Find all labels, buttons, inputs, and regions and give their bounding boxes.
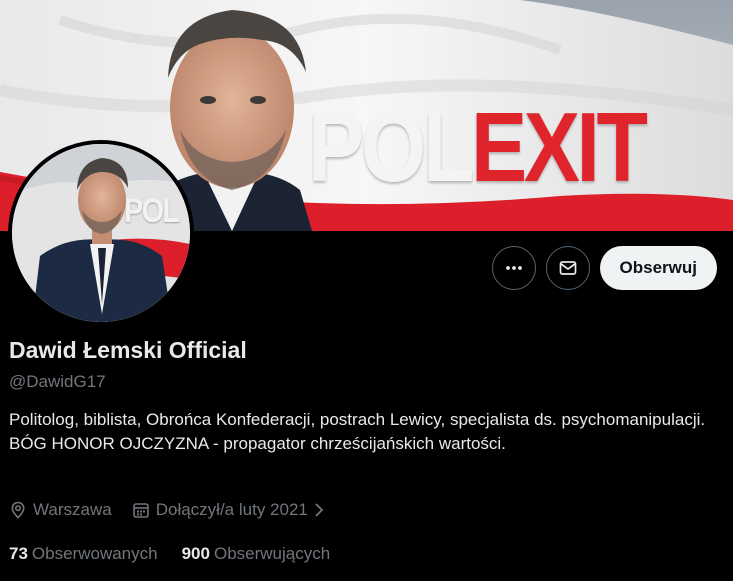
chevron-right-icon bbox=[315, 503, 324, 517]
more-horizontal-icon bbox=[505, 266, 522, 270]
joined-label: Dołączył/a luty 2021 bbox=[155, 500, 308, 519]
banner-text-pol: POL bbox=[308, 92, 474, 202]
envelope-icon bbox=[559, 261, 576, 275]
calendar-icon bbox=[132, 503, 149, 518]
follow-button[interactable]: Obserwuj bbox=[599, 246, 717, 290]
message-button[interactable] bbox=[545, 246, 590, 290]
banner-slogan: POLEXIT bbox=[308, 98, 648, 196]
display-name: Dawid Łemski Official bbox=[9, 337, 247, 363]
follow-stats: 73 Obserwowanych 900 Obserwujących bbox=[9, 544, 354, 564]
profile-actions: Obserwuj bbox=[491, 246, 717, 290]
followers-link[interactable]: 900 Obserwujących bbox=[182, 544, 331, 564]
profile-meta: Warszawa Dołączył/a luty 2021 bbox=[9, 500, 346, 520]
more-options-button[interactable] bbox=[491, 246, 536, 290]
following-label: Obserwowanych bbox=[31, 544, 158, 563]
profile-bio: Politolog, biblista, Obrońca Konfederacj… bbox=[9, 410, 706, 453]
username-handle: @DawidG17 bbox=[9, 372, 106, 391]
location-label: Warszawa bbox=[33, 500, 112, 519]
joined-item[interactable]: Dołączył/a luty 2021 bbox=[132, 500, 326, 520]
avatar[interactable]: POL bbox=[8, 140, 194, 326]
avatar-image bbox=[12, 144, 190, 322]
following-count: 73 bbox=[9, 544, 28, 563]
banner-text-exit: EXIT bbox=[470, 92, 648, 202]
location-item: Warszawa bbox=[9, 500, 112, 520]
location-pin-icon bbox=[11, 501, 25, 519]
avatar-slogan: POL bbox=[124, 192, 180, 230]
followers-count: 900 bbox=[181, 544, 210, 563]
followers-label: Obserwujących bbox=[213, 544, 331, 563]
following-link[interactable]: 73 Obserwowanych bbox=[9, 544, 158, 564]
